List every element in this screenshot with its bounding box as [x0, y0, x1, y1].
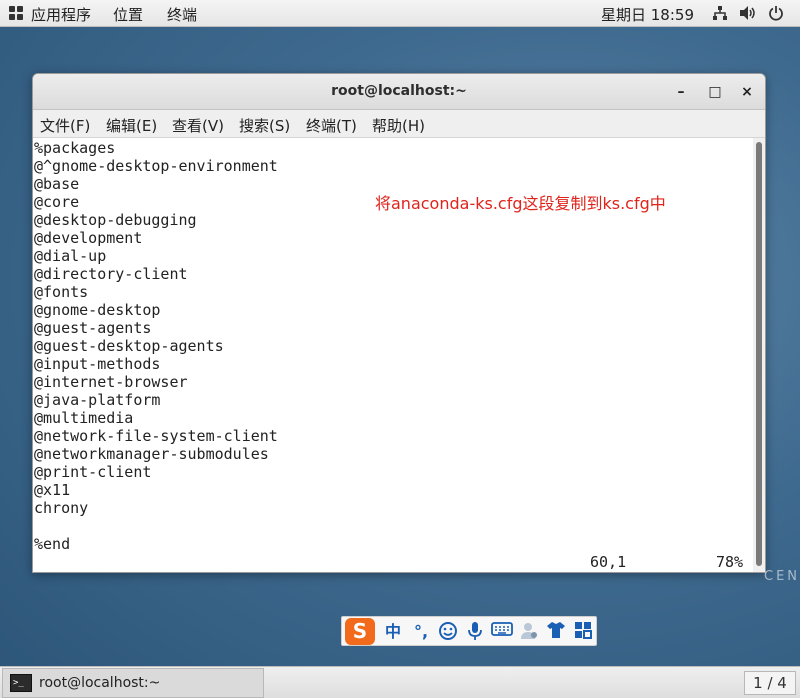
terminal-line: @directory-client [34, 265, 188, 283]
ime-punct-toggle[interactable]: °, [410, 621, 432, 643]
ime-toolbar: S 中 °, [341, 616, 597, 646]
annotation-text: 将anaconda-ks.cfg这段复制到ks.cfg中 [375, 194, 666, 213]
applications-icon[interactable] [9, 6, 23, 20]
terminal-line: @print-client [34, 463, 152, 481]
ime-logo[interactable]: S [345, 618, 375, 645]
window-title: root@localhost:~ [331, 83, 467, 99]
menu-view[interactable]: 查看(V) [172, 115, 224, 136]
terminal-line: @base [34, 175, 80, 193]
minimize-button[interactable]: – [672, 83, 690, 101]
menu-search[interactable]: 搜索(S) [239, 115, 290, 136]
places-menu[interactable]: 位置 [113, 4, 143, 25]
terminal-line: @core [34, 193, 80, 211]
terminal-line: @fonts [34, 283, 89, 301]
terminal-line: %end [34, 535, 71, 553]
terminal-window: root@localhost:~ – □ × 文件(F) 编辑(E) 查看(V)… [32, 73, 766, 573]
bottom-panel: >_ root@localhost:~ 1 / 4 [0, 666, 800, 698]
terminal-line: @dial-up [34, 247, 107, 265]
terminal-app-menu[interactable]: 终端 [167, 4, 197, 25]
toolbox-icon[interactable] [572, 621, 594, 643]
emoji-icon[interactable] [437, 621, 459, 643]
volume-icon[interactable] [739, 5, 757, 21]
terminal-line: @java-platform [34, 391, 161, 409]
terminal-line: @guest-desktop-agents [34, 337, 224, 355]
scrollbar[interactable] [753, 138, 765, 572]
workspace-indicator[interactable]: 1 / 4 [744, 671, 796, 695]
desktop-watermark: CEN [764, 569, 800, 584]
window-titlebar[interactable]: root@localhost:~ – □ × [33, 74, 765, 110]
terminal-line: @networkmanager-submodules [34, 445, 269, 463]
menu-bar: 文件(F) 编辑(E) 查看(V) 搜索(S) 终端(T) 帮助(H) [33, 110, 765, 138]
terminal-line: @input-methods [34, 355, 161, 373]
scrollbar-thumb[interactable] [756, 142, 762, 566]
taskbar-item-terminal[interactable]: >_ root@localhost:~ [2, 668, 264, 698]
network-icon[interactable] [711, 5, 729, 21]
menu-terminal[interactable]: 终端(T) [306, 115, 357, 136]
terminal-line: @desktop-debugging [34, 211, 197, 229]
applications-menu[interactable]: 应用程序 [31, 4, 91, 25]
power-icon[interactable] [767, 5, 785, 21]
terminal-line: @multimedia [34, 409, 134, 427]
taskbar-item-label: root@localhost:~ [39, 675, 161, 691]
clock[interactable]: 星期日 18:59 [601, 4, 694, 25]
terminal-line: chrony [34, 499, 89, 517]
terminal-line: @guest-agents [34, 319, 152, 337]
menu-file[interactable]: 文件(F) [40, 115, 90, 136]
terminal-content[interactable]: %packages @^gnome-desktop-environment @b… [33, 138, 753, 572]
top-panel: 应用程序 位置 终端 星期日 18:59 [0, 0, 800, 27]
user-icon[interactable] [518, 621, 540, 643]
terminal-line: %packages [34, 139, 116, 157]
terminal-line: @network-file-system-client [34, 427, 278, 445]
terminal-line: @gnome-desktop [34, 301, 161, 319]
scroll-percent: 78% [716, 553, 744, 571]
terminal-line: @x11 [34, 481, 71, 499]
terminal-line: @^gnome-desktop-environment [34, 157, 278, 175]
close-button[interactable]: × [738, 83, 756, 101]
mic-icon[interactable] [464, 621, 486, 643]
cursor-position: 60,1 [590, 553, 627, 571]
skin-icon[interactable] [545, 621, 567, 643]
menu-edit[interactable]: 编辑(E) [106, 115, 157, 136]
terminal-line: @development [34, 229, 143, 247]
keyboard-icon[interactable] [490, 621, 514, 643]
terminal-line: @internet-browser [34, 373, 188, 391]
menu-help[interactable]: 帮助(H) [372, 115, 425, 136]
maximize-button[interactable]: □ [706, 83, 724, 101]
terminal-icon: >_ [10, 674, 32, 692]
ime-mode-toggle[interactable]: 中 [382, 621, 404, 643]
